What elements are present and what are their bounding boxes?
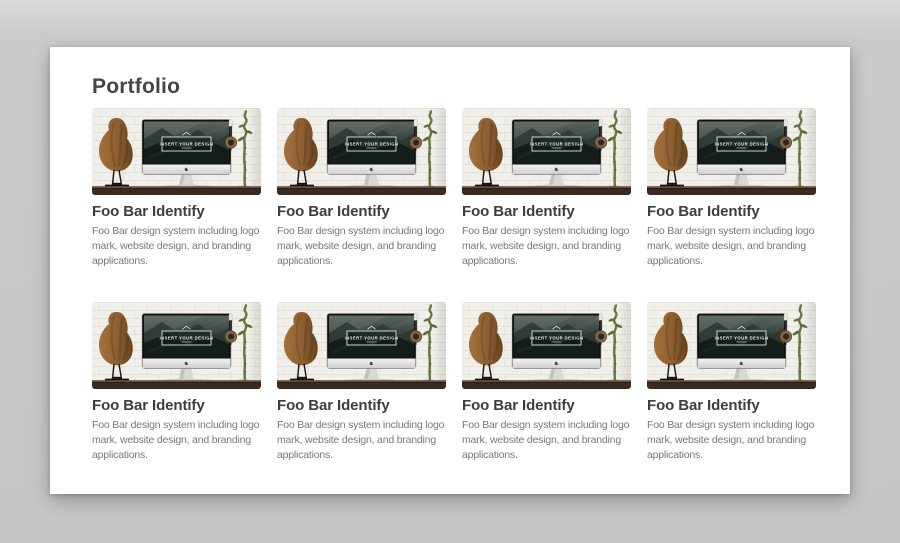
imac-mockup-image	[277, 302, 446, 389]
portfolio-item-description: Foo Bar design system including logo mar…	[647, 418, 816, 463]
portfolio-item-title[interactable]: Foo Bar Identify	[462, 397, 631, 414]
portfolio-grid: Foo Bar Identify Foo Bar design system i…	[92, 108, 816, 463]
portfolio-item-description: Foo Bar design system including logo mar…	[277, 224, 446, 269]
portfolio-item-description: Foo Bar design system including logo mar…	[92, 224, 261, 269]
portfolio-item-title[interactable]: Foo Bar Identify	[92, 203, 261, 220]
portfolio-item-description: Foo Bar design system including logo mar…	[462, 224, 631, 269]
portfolio-item-title[interactable]: Foo Bar Identify	[277, 203, 446, 220]
portfolio-item-title[interactable]: Foo Bar Identify	[647, 203, 816, 220]
portfolio-item-title[interactable]: Foo Bar Identify	[92, 397, 261, 414]
portfolio-item-title[interactable]: Foo Bar Identify	[462, 203, 631, 220]
imac-mockup-image	[92, 108, 261, 195]
portfolio-thumbnail[interactable]	[462, 302, 631, 389]
portfolio-thumbnail[interactable]	[92, 108, 261, 195]
portfolio-item-description: Foo Bar design system including logo mar…	[92, 418, 261, 463]
imac-mockup-image	[462, 302, 631, 389]
portfolio-item-description: Foo Bar design system including logo mar…	[277, 418, 446, 463]
portfolio-card[interactable]: Foo Bar Identify Foo Bar design system i…	[462, 108, 631, 269]
page-title: Portfolio	[92, 75, 816, 99]
portfolio-card[interactable]: Foo Bar Identify Foo Bar design system i…	[277, 302, 446, 463]
imac-mockup-image	[647, 302, 816, 389]
portfolio-card[interactable]: Foo Bar Identify Foo Bar design system i…	[462, 302, 631, 463]
portfolio-thumbnail[interactable]	[462, 108, 631, 195]
portfolio-thumbnail[interactable]	[647, 108, 816, 195]
imac-mockup-image	[647, 108, 816, 195]
portfolio-thumbnail[interactable]	[92, 302, 261, 389]
portfolio-card[interactable]: Foo Bar Identify Foo Bar design system i…	[647, 302, 816, 463]
portfolio-sheet: Portfolio Foo Bar Identify Foo Bar desig…	[50, 47, 850, 494]
portfolio-card[interactable]: Foo Bar Identify Foo Bar design system i…	[92, 302, 261, 463]
portfolio-card[interactable]: Foo Bar Identify Foo Bar design system i…	[647, 108, 816, 269]
portfolio-item-title[interactable]: Foo Bar Identify	[277, 397, 446, 414]
imac-mockup-image	[277, 108, 446, 195]
portfolio-thumbnail[interactable]	[277, 302, 446, 389]
portfolio-card[interactable]: Foo Bar Identify Foo Bar design system i…	[92, 108, 261, 269]
portfolio-item-description: Foo Bar design system including logo mar…	[647, 224, 816, 269]
portfolio-thumbnail[interactable]	[647, 302, 816, 389]
page: { "header": { "title": "Portfolio" }, "a…	[0, 0, 900, 543]
portfolio-item-description: Foo Bar design system including logo mar…	[462, 418, 631, 463]
portfolio-item-title[interactable]: Foo Bar Identify	[647, 397, 816, 414]
imac-mockup-image	[462, 108, 631, 195]
imac-mockup-image	[92, 302, 261, 389]
portfolio-thumbnail[interactable]	[277, 108, 446, 195]
portfolio-card[interactable]: Foo Bar Identify Foo Bar design system i…	[277, 108, 446, 269]
